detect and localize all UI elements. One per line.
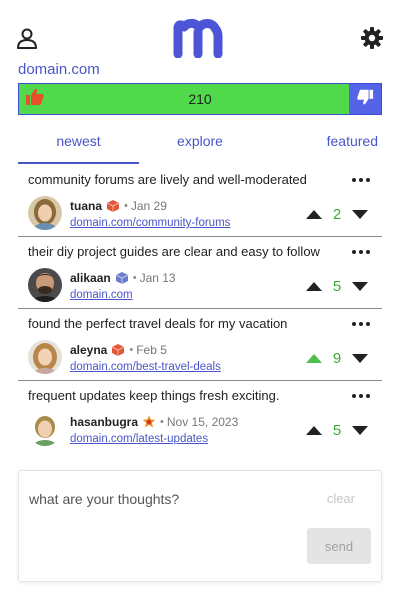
tab-featured[interactable]: featured: [261, 128, 382, 164]
thumbs-down-icon: [356, 88, 374, 111]
downvote-arrow-icon[interactable]: [352, 425, 368, 435]
post-date: Jan 29: [130, 199, 167, 213]
thumbs-up-button[interactable]: [19, 84, 51, 114]
post-author[interactable]: tuana: [70, 199, 102, 213]
tab-newest[interactable]: newest: [18, 128, 139, 164]
m-logo-icon: [172, 18, 230, 59]
post-meta: alikaan • Jan 13: [70, 271, 176, 285]
post-votes: 2: [306, 205, 368, 223]
comment-input[interactable]: [29, 485, 309, 513]
site-vote-count: 210: [188, 91, 212, 107]
post-date: Feb 5: [136, 343, 167, 357]
site-vote-bar: 210: [18, 83, 382, 115]
post-title[interactable]: community forums are lively and well-mod…: [28, 172, 307, 187]
downvote-arrow-icon[interactable]: [352, 353, 368, 363]
upvote-arrow-icon[interactable]: [306, 353, 322, 363]
upvote-arrow-icon[interactable]: [306, 209, 322, 219]
post-score: 9: [332, 349, 342, 367]
post-date: Jan 13: [139, 271, 176, 285]
post-votes: 5: [306, 277, 368, 295]
post-link[interactable]: domain.com/community-forums: [70, 217, 230, 229]
top-bar: [0, 0, 400, 62]
gear-icon[interactable]: [360, 26, 384, 50]
post-item: found the perfect travel deals for my va…: [18, 309, 382, 381]
post-title[interactable]: found the perfect travel deals for my va…: [28, 316, 287, 331]
post-title[interactable]: their diy project guides are clear and e…: [28, 244, 320, 259]
meta-separator: •: [124, 200, 128, 212]
red-cube-badge-icon: [111, 343, 125, 357]
post-item: their diy project guides are clear and e…: [18, 237, 382, 309]
comment-composer: clear send: [18, 470, 382, 582]
more-options-icon[interactable]: [352, 245, 370, 259]
avatar[interactable]: [28, 340, 62, 374]
post-meta: hasanbugra • Nov 15, 2023: [70, 415, 238, 429]
post-meta: aleyna • Feb 5: [70, 343, 167, 357]
post-author[interactable]: aleyna: [70, 343, 107, 357]
avatar[interactable]: [28, 268, 62, 302]
post-item: frequent updates keep things fresh excit…: [18, 381, 382, 453]
post-link[interactable]: domain.com/best-travel-deals: [70, 361, 221, 373]
post-meta: tuana • Jan 29: [70, 199, 167, 213]
thumbs-up-icon: [25, 87, 45, 112]
avatar[interactable]: [28, 196, 62, 230]
meta-separator: •: [129, 344, 134, 356]
tab-explore[interactable]: explore: [139, 128, 261, 164]
more-options-icon[interactable]: [352, 389, 370, 403]
clear-button[interactable]: clear: [327, 491, 355, 506]
post-votes: 5: [306, 421, 368, 439]
blue-cube-badge-icon: [115, 271, 129, 285]
upvote-arrow-icon[interactable]: [306, 281, 322, 291]
feed-tabs: newest explore featured: [18, 128, 382, 164]
meta-separator: •: [160, 416, 164, 428]
more-options-icon[interactable]: [352, 173, 370, 187]
post-votes: 9: [306, 349, 368, 367]
post-link[interactable]: domain.com/latest-updates: [70, 433, 208, 445]
post-score: 2: [332, 205, 342, 223]
post-link[interactable]: domain.com: [70, 289, 133, 301]
meta-separator: •: [132, 272, 137, 284]
post-title[interactable]: frequent updates keep things fresh excit…: [28, 388, 280, 403]
post-author[interactable]: hasanbugra: [70, 415, 138, 429]
post-item: community forums are lively and well-mod…: [18, 165, 382, 237]
send-button[interactable]: send: [307, 528, 371, 564]
user-icon[interactable]: [14, 26, 40, 52]
more-options-icon[interactable]: [352, 317, 370, 331]
upvote-arrow-icon[interactable]: [306, 425, 322, 435]
avatar[interactable]: [28, 412, 62, 446]
downvote-arrow-icon[interactable]: [352, 209, 368, 219]
orange-star-badge-icon: [142, 415, 156, 429]
thumbs-down-button[interactable]: [349, 84, 381, 114]
post-author[interactable]: alikaan: [70, 271, 111, 285]
post-feed: community forums are lively and well-mod…: [18, 165, 382, 453]
post-date: Nov 15, 2023: [166, 415, 239, 429]
downvote-arrow-icon[interactable]: [352, 281, 368, 291]
post-score: 5: [332, 277, 342, 295]
post-score: 5: [332, 421, 342, 439]
site-domain-link[interactable]: domain.com: [18, 61, 100, 78]
red-cube-badge-icon: [106, 199, 120, 213]
